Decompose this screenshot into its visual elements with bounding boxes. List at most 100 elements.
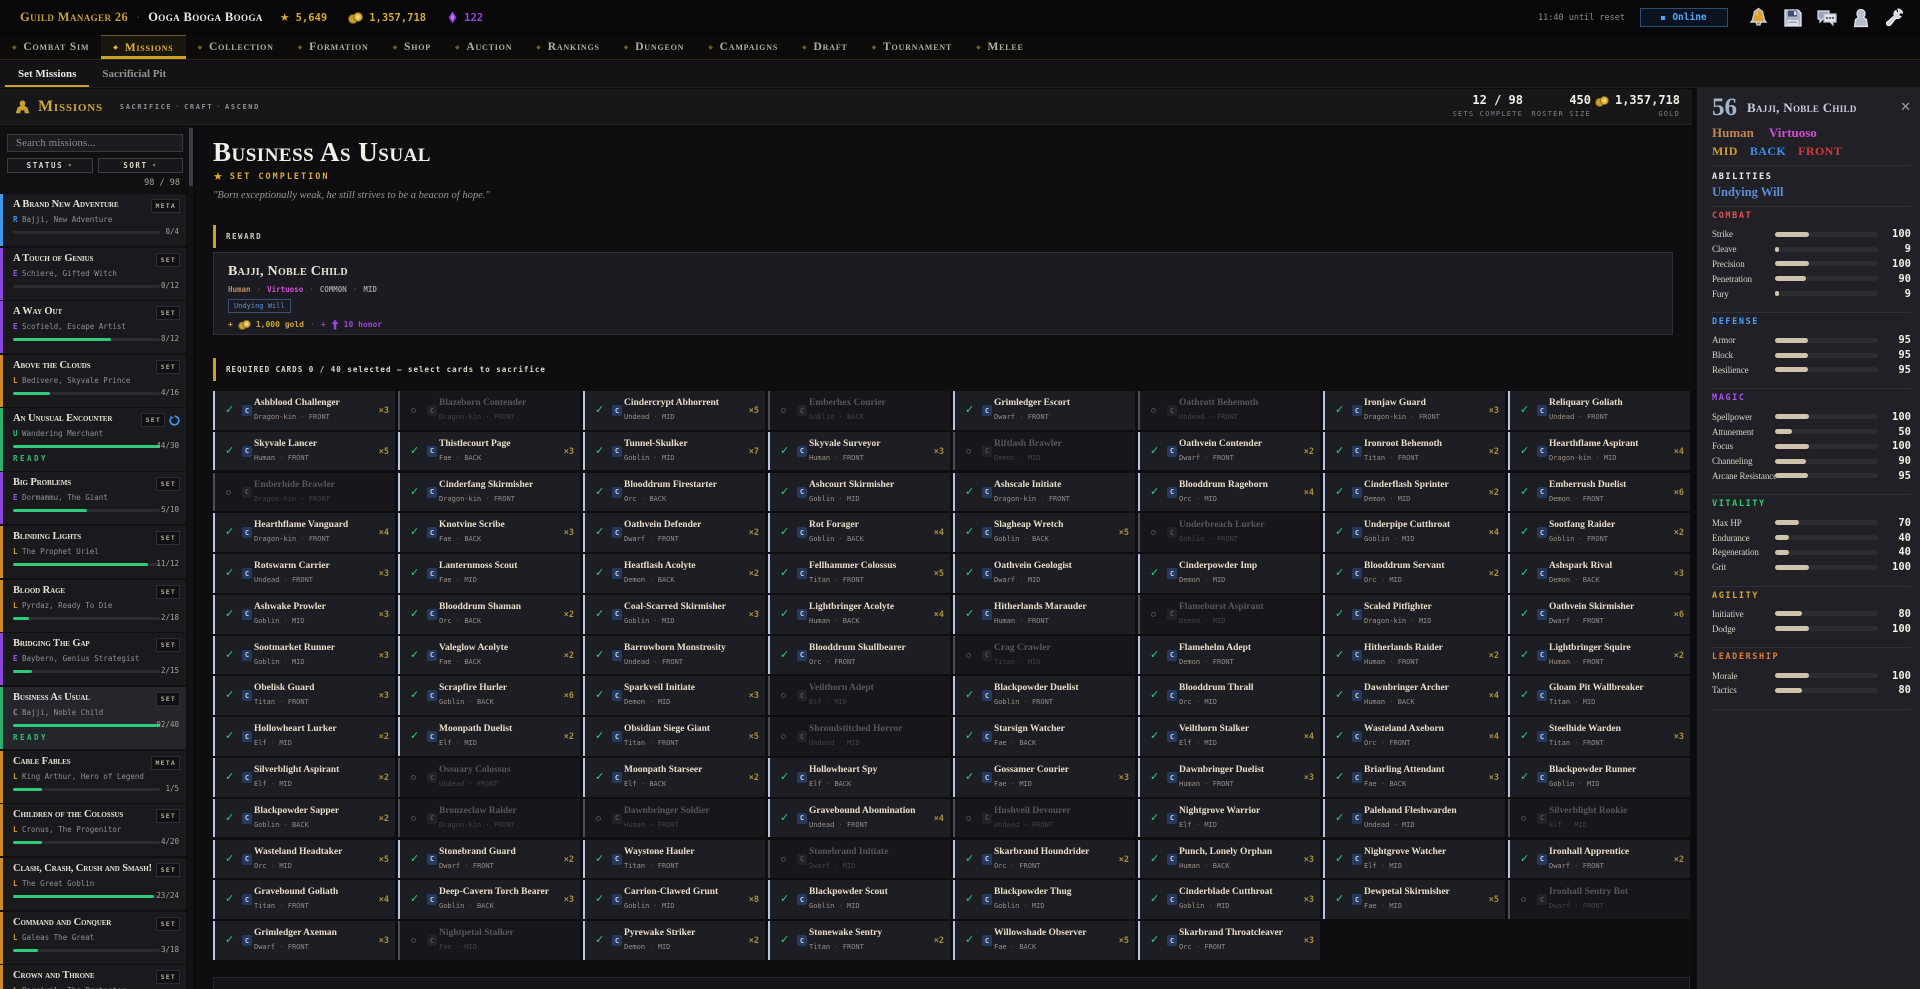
sacrifice-card-stonebrand-initiate[interactable]: CStonebrand InitiateDwarf · MID	[768, 840, 950, 879]
sacrifice-card-starsign-watcher[interactable]: ✓CStarsign WatcherFae · BACK	[953, 717, 1135, 756]
mission-item-blood-rage[interactable]: Blood RageSETL Pyrdaz, Ready To Die2/18	[0, 580, 186, 632]
sacrifice-card-blackpowder-thug[interactable]: ✓CBlackpowder ThugGoblin · MID	[953, 880, 1135, 919]
sacrifice-card-stonebrand-guard[interactable]: ✓CStonebrand GuardDwarf · FRONT×2	[398, 840, 580, 879]
sacrifice-card-rotswarm-carrier[interactable]: ✓CRotswarm CarrierUndead · FRONT×3	[213, 554, 395, 593]
sacrifice-card-silverblight-rookie[interactable]: CSilverblight RookieElf · MID	[1508, 799, 1690, 838]
sacrifice-card-blooddrum-skullbearer[interactable]: ✓CBlooddrum SkullbearerOrc · FRONT	[768, 636, 950, 675]
sacrifice-card-hollowheart-lurker[interactable]: ✓CHollowheart LurkerElf · MID×2	[213, 717, 395, 756]
sacrifice-card-blackpowder-scout[interactable]: ✓CBlackpowder ScoutGoblin · MID	[768, 880, 950, 919]
sacrifice-card-slagheap-wretch[interactable]: ✓CSlagheap WretchGoblin · BACK×5	[953, 513, 1135, 552]
sacrifice-card-valeglow-acolyte[interactable]: ✓CValeglow AcolyteFae · BACK×2	[398, 636, 580, 675]
mission-item-a-way-out[interactable]: A Way OutSETE Scofield, Escape Artist8/1…	[0, 301, 186, 353]
nav-tab-melee[interactable]: ◆Melee	[964, 35, 1036, 59]
filter-button-status[interactable]: STATUS▾	[7, 158, 93, 173]
mission-item-blinding-lights[interactable]: Blinding LightsSETL The Prophet Uriel11/…	[0, 526, 186, 578]
sacrifice-card-cinderflash-sprinter[interactable]: ✓CCinderflash SprinterDemon · MID×2	[1323, 473, 1505, 512]
online-status-badge[interactable]: Online	[1640, 8, 1728, 27]
sacrifice-card-ashcourt-skirmisher[interactable]: ✓CAshcourt SkirmisherGoblin · MID	[768, 473, 950, 512]
mission-item-above-the-clouds[interactable]: Above the CloudsSETL Bedivere, Skyvale P…	[0, 355, 186, 407]
sacrifice-card-ashscale-initiate[interactable]: ✓CAshscale InitiateDragon-kin · FRONT	[953, 473, 1135, 512]
sacrifice-card-ironhall-apprentice[interactable]: ✓CIronhall ApprenticeDwarf · FRONT×2	[1508, 840, 1690, 879]
sacrifice-card-nightgrove-warrior[interactable]: ✓CNightgrove WarriorElf · MID	[1138, 799, 1320, 838]
sacrifice-card-gravebound-goliath[interactable]: ✓CGravebound GoliathTitan · FRONT×4	[213, 880, 395, 919]
sacrifice-card-grimledger-axeman[interactable]: ✓CGrimledger AxemanDwarf · FRONT×3	[213, 921, 395, 960]
sacrifice-card-thistlecourt-page[interactable]: ✓CThistlecourt PageFae · BACK×3	[398, 432, 580, 471]
sacrifice-card-obelisk-guard[interactable]: ✓CObelisk GuardTitan · FRONT×3	[213, 676, 395, 715]
mission-item-a-touch-of-genius[interactable]: A Touch of GeniusSETE Schiere, Gifted Wi…	[0, 248, 186, 300]
sacrifice-card-waystone-hauler[interactable]: ✓CWaystone HaulerTitan · FRONT	[583, 840, 765, 879]
bell-icon[interactable]	[1747, 6, 1770, 29]
sacrifice-card-punch-lonely-orphan[interactable]: ✓CPunch, Lonely OrphanHuman · BACK×3	[1138, 840, 1320, 879]
sacrifice-card-knotvine-scribe[interactable]: ✓CKnotvine ScribeFae · BACK×3	[398, 513, 580, 552]
sacrifice-card-moonpath-duelist[interactable]: ✓CMoonpath DuelistElf · MID×2	[398, 717, 580, 756]
subnav-tab-sacrificial-pit[interactable]: Sacrificial Pit	[89, 61, 179, 87]
sacrifice-card-ironroot-behemoth[interactable]: ✓CIronroot BehemothTitan · FRONT×2	[1323, 432, 1505, 471]
sacrifice-card-hearthflame-vanguard[interactable]: ✓CHearthflame VanguardDragon-kin · FRONT…	[213, 513, 395, 552]
nav-tab-dungeon[interactable]: ◆Dungeon	[612, 35, 696, 59]
save-icon[interactable]	[1781, 6, 1804, 29]
sacrifice-card-barrowborn-monstrosity[interactable]: ✓CBarrowborn MonstrosityUndead · FRONT	[583, 636, 765, 675]
toolbar-action-sacrifice[interactable]: SACRIFICE	[120, 103, 172, 111]
sacrifice-card-blooddrum-rageborn[interactable]: ✓CBlooddrum RagebornOrc · MID×4	[1138, 473, 1320, 512]
sacrifice-card-ashspark-rival[interactable]: ✓CAshspark RivalDemon · BACK×3	[1508, 554, 1690, 593]
sacrifice-card-pyrewake-striker[interactable]: ✓CPyrewake StrikerDemon · MID×2	[583, 921, 765, 960]
mission-item-business-as-usual[interactable]: Business As UsualSETC Bajji, Noble Child…	[0, 687, 186, 749]
refresh-icon[interactable]	[169, 415, 180, 426]
sacrifice-card-ashwake-prowler[interactable]: ✓CAshwake ProwlerGoblin · MID×3	[213, 595, 395, 634]
sacrifice-card-hitherlands-marauder[interactable]: ✓CHitherlands MarauderHuman · FRONT	[953, 595, 1135, 634]
sacrifice-card-ironhall-sentry-bot[interactable]: CIronhall Sentry BotDwarf · FRONT	[1508, 880, 1690, 919]
sacrifice-card-bronzeclaw-raider[interactable]: CBronzeclaw RaiderDragon-kin · FRONT	[398, 799, 580, 838]
subnav-tab-set-missions[interactable]: Set Missions	[5, 61, 89, 87]
sacrifice-card-skyvale-surveyor[interactable]: ✓CSkyvale SurveyorHuman · FRONT×3	[768, 432, 950, 471]
sacrifice-card-cinderpowder-imp[interactable]: ✓CCinderpowder ImpDemon · MID	[1138, 554, 1320, 593]
sacrifice-card-moonpath-starseer[interactable]: ✓CMoonpath StarseerElf · BACK×2	[583, 758, 765, 797]
sacrifice-card-grimledger-escort[interactable]: ✓CGrimledger EscortDwarf · FRONT	[953, 391, 1135, 430]
sacrifice-card-sootmarket-runner[interactable]: ✓CSootmarket RunnerGoblin · MID×3	[213, 636, 395, 675]
profile-icon[interactable]	[1849, 6, 1872, 29]
chat-icon[interactable]	[1815, 6, 1838, 29]
sacrifice-card-cinderblade-cutthroat[interactable]: ✓CCinderblade CutthroatGoblin · MID×3	[1138, 880, 1320, 919]
sacrifice-card-shroudstitched-horror[interactable]: CShroudstitched HorrorUndead · MID	[768, 717, 950, 756]
sidebar-scrollbar-thumb[interactable]	[189, 128, 193, 186]
nav-tab-formation[interactable]: ◆Formation	[286, 35, 381, 59]
sacrifice-card-blooddrum-firestarter[interactable]: ✓CBlooddrum FirestarterOrc · BACK	[583, 473, 765, 512]
sacrifice-card-flameburst-aspirant[interactable]: CFlameburst AspirantDemon · MID	[1138, 595, 1320, 634]
sacrifice-card-wasteland-headtaker[interactable]: ✓CWasteland HeadtakerOrc · MID×5	[213, 840, 395, 879]
sacrifice-card-riftlash-brawler[interactable]: CRiftlash BrawlerDemon · MID	[953, 432, 1135, 471]
sacrifice-card-emberhide-brawler[interactable]: CEmberhide BrawlerDragon-kin · FRONT	[213, 473, 395, 512]
sacrifice-card-nightgrove-watcher[interactable]: ✓CNightgrove WatcherElf · MID	[1323, 840, 1505, 879]
sacrifice-card-briarling-attendant[interactable]: ✓CBriarling AttendantFae · BACK×3	[1323, 758, 1505, 797]
sacrifice-card-ashblood-challenger[interactable]: ✓CAshblood ChallengerDragon-kin · FRONT×…	[213, 391, 395, 430]
sacrifice-card-tunnel-skulker[interactable]: ✓CTunnel-SkulkerGoblin · MID×7	[583, 432, 765, 471]
filter-button-sort[interactable]: SORT▾	[98, 158, 184, 173]
sacrifice-card-blackpowder-runner[interactable]: ✓CBlackpowder RunnerGoblin · MID	[1508, 758, 1690, 797]
mission-item-crown-and-throne[interactable]: Crown and ThroneSETL Percival, The Prote…	[0, 965, 186, 989]
sacrifice-card-cindercrypt-abhorrent[interactable]: ✓CCindercrypt AbhorrentUndead · MID×5	[583, 391, 765, 430]
sacrifice-card-lanternmoss-scout[interactable]: ✓CLanternmoss ScoutFae · MID	[398, 554, 580, 593]
sacrifice-card-sparkveil-initiate[interactable]: ✓CSparkveil InitiateDemon · MID×3	[583, 676, 765, 715]
sacrifice-card-emberrush-duelist[interactable]: ✓CEmberrush DuelistDemon · FRONT×6	[1508, 473, 1690, 512]
nav-tab-auction[interactable]: ◆Auction	[443, 35, 524, 59]
close-icon[interactable]: ✕	[1900, 101, 1911, 115]
sacrifice-card-veilthorn-stalker[interactable]: ✓CVeilthorn StalkerElf · MID×4	[1138, 717, 1320, 756]
sacrifice-card-underpipe-cutthroat[interactable]: ✓CUnderpipe CutthroatGoblin · MID×4	[1323, 513, 1505, 552]
sacrifice-card-blooddrum-shaman[interactable]: ✓CBlooddrum ShamanOrc · BACK×2	[398, 595, 580, 634]
toolbar-action-craft[interactable]: CRAFT	[184, 103, 213, 111]
sacrifice-card-cinderfang-skirmisher[interactable]: ✓CCinderfang SkirmisherDragon-kin · FRON…	[398, 473, 580, 512]
sacrifice-card-gravebound-abomination[interactable]: ✓CGravebound AbominationUndead · FRONT×4	[768, 799, 950, 838]
sacrifice-card-ossuary-colossus[interactable]: COssuary ColossusUndead · FRONT	[398, 758, 580, 797]
sacrifice-card-oathvein-contender[interactable]: ✓COathvein ContenderDwarf · FRONT×2	[1138, 432, 1320, 471]
sacrifice-card-obsidian-siege-giant[interactable]: ✓CObsidian Siege GiantTitan · FRONT×5	[583, 717, 765, 756]
sacrifice-card-scrapfire-hurler[interactable]: ✓CScrapfire HurlerGoblin · BACK×6	[398, 676, 580, 715]
sacrifice-card-lightbringer-acolyte[interactable]: ✓CLightbringer AcolyteHuman · BACK×4	[768, 595, 950, 634]
sacrifice-card-sootfang-raider[interactable]: ✓CSootfang RaiderGoblin · FRONT×2	[1508, 513, 1690, 552]
sacrifice-card-oathvein-skirmisher[interactable]: ✓COathvein SkirmisherDwarf · FRONT×6	[1508, 595, 1690, 634]
sacrifice-card-rot-forager[interactable]: ✓CRot ForagerGoblin · BACK×4	[768, 513, 950, 552]
sacrifice-card-dawnbringer-duelist[interactable]: ✓CDawnbringer DuelistHuman · FRONT×3	[1138, 758, 1320, 797]
sacrifice-card-underbreach-lurker[interactable]: CUnderbreach LurkerGoblin · FRONT	[1138, 513, 1320, 552]
sacrifice-card-emberhex-courier[interactable]: CEmberhex CourierGoblin · BACK	[768, 391, 950, 430]
toolbar-action-ascend[interactable]: ASCEND	[225, 103, 260, 111]
sacrifice-card-hearthflame-aspirant[interactable]: ✓CHearthflame AspirantDragon-kin · MID×4	[1508, 432, 1690, 471]
sacrifice-card-scaled-pitfighter[interactable]: ✓CScaled PitfighterDragon-kin · MID	[1323, 595, 1505, 634]
sacrifice-card-coal-scarred-skirmisher[interactable]: ✓CCoal-Scarred SkirmisherGoblin · MID×3	[583, 595, 765, 634]
